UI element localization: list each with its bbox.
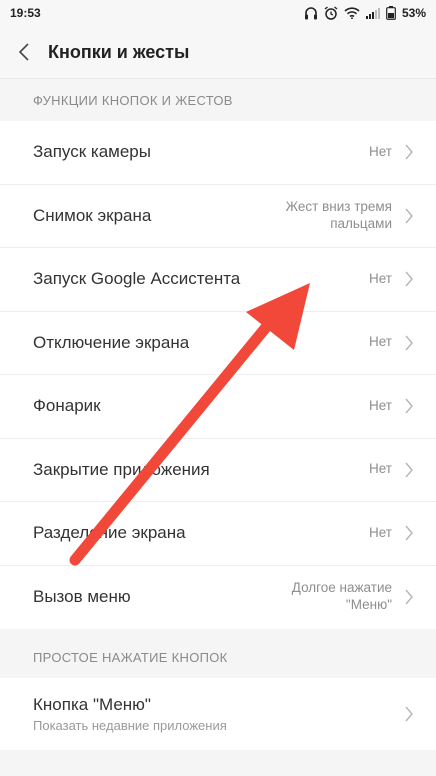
page-title: Кнопки и жесты (48, 41, 190, 62)
chevron-right-icon (405, 208, 413, 224)
status-bar: 19:53 53% (0, 0, 436, 26)
row-label: Отключение экрана (33, 332, 190, 352)
row-value: Нет (369, 334, 392, 350)
row-label: Снимок экрана (33, 205, 152, 225)
row-value: Нет (369, 524, 392, 540)
section-header-button-functions: ФУНКЦИИ КНОПОК И ЖЕСТОВ (0, 79, 436, 121)
row-value-line1: Долгое нажатие (291, 580, 392, 596)
settings-row-split-screen[interactable]: Разделение экрана Нет (0, 502, 436, 566)
battery-percent: 53% (401, 6, 426, 20)
row-label: Вызов меню (33, 587, 131, 607)
settings-row-camera[interactable]: Запуск камеры Нет (0, 121, 436, 185)
settings-row-menu-call[interactable]: Вызов меню Долгое нажатие "Меню" (0, 566, 436, 630)
settings-row-flashlight[interactable]: Фонарик Нет (0, 375, 436, 439)
settings-row-screenshot[interactable]: Снимок экрана Жест вниз тремя пальцами (0, 185, 436, 248)
row-label: Запуск камеры (33, 142, 151, 162)
section-header-simple-press: ПРОСТОЕ НАЖАТИЕ КНОПОК (0, 636, 436, 678)
settings-row-close-app[interactable]: Закрытие приложения Нет (0, 439, 436, 502)
chevron-right-icon (405, 589, 413, 605)
row-value: Нет (369, 270, 392, 286)
row-subtitle: Показать недавние приложения (33, 718, 227, 733)
chevron-right-icon (405, 398, 413, 414)
row-label: Запуск Google Ассистента (33, 269, 241, 289)
status-time: 19:53 (10, 6, 41, 20)
status-icons: 53% (304, 6, 426, 20)
row-label: Кнопка "Меню" (33, 695, 151, 714)
row-label: Разделение экрана (33, 523, 186, 543)
signal-icon (365, 8, 380, 19)
row-value: Долгое нажатие "Меню" (292, 580, 392, 614)
button-functions-list: Запуск камеры Нет Снимок экрана Жест вни… (0, 121, 436, 629)
chevron-right-icon (405, 525, 413, 541)
row-value-line2: "Меню" (345, 597, 392, 613)
app-bar: Кнопки и жесты (0, 26, 436, 79)
row-label: Закрытие приложения (33, 459, 210, 479)
row-label: Фонарик (33, 396, 101, 416)
row-value: Нет (369, 397, 392, 413)
chevron-right-icon (405, 706, 413, 722)
settings-row-screen-off[interactable]: Отключение экрана Нет (0, 312, 436, 375)
chevron-right-icon (405, 335, 413, 351)
row-text: Кнопка "Меню" Показать недавние приложен… (33, 695, 404, 733)
chevron-left-icon (19, 43, 29, 61)
chevron-right-icon (405, 271, 413, 287)
chevron-right-icon (405, 462, 413, 478)
settings-row-menu-button[interactable]: Кнопка "Меню" Показать недавние приложен… (0, 678, 436, 750)
row-value-line2: пальцами (330, 215, 392, 231)
settings-row-google-assistant[interactable]: Запуск Google Ассистента Нет (0, 248, 436, 312)
simple-press-list: Кнопка "Меню" Показать недавние приложен… (0, 678, 436, 750)
back-button[interactable] (0, 26, 48, 78)
row-value: Нет (369, 143, 392, 159)
row-value: Нет (369, 461, 392, 477)
chevron-right-icon (405, 144, 413, 160)
row-value: Жест вниз тремя пальцами (286, 199, 392, 233)
row-value-line1: Жест вниз тремя (285, 198, 392, 214)
wifi-icon (344, 7, 360, 19)
headphones-icon (304, 6, 317, 19)
alarm-icon (324, 6, 338, 20)
battery-icon (386, 6, 396, 20)
